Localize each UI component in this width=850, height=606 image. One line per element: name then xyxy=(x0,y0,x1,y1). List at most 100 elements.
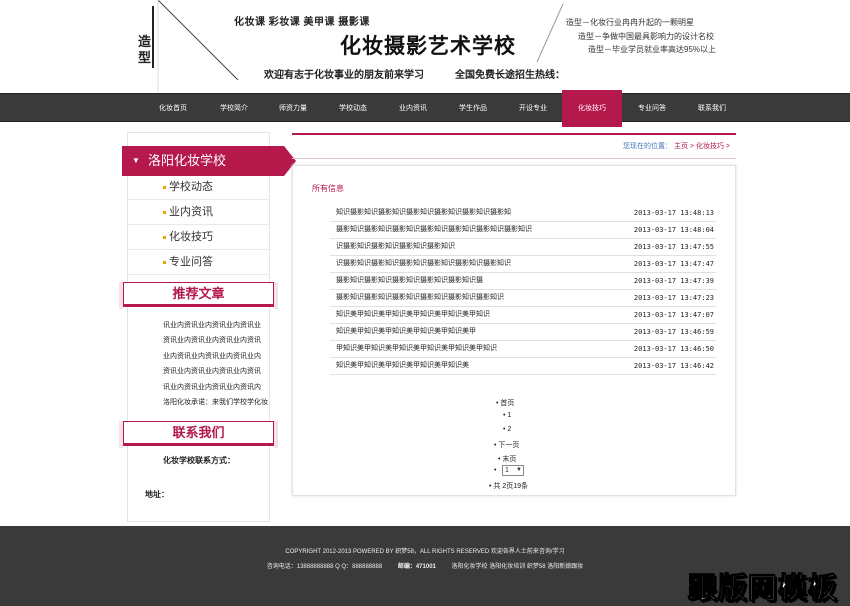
pagination-next-label: 下一页 xyxy=(498,442,520,449)
footer-phone: 咨询电话：13888888888 Q Q：888888888 xyxy=(266,564,383,570)
pagination-first[interactable]: • 首页 xyxy=(496,398,514,408)
pagination-select-bullet: • xyxy=(494,467,497,474)
pagination-last-label: 末页 xyxy=(502,456,517,463)
page: 造型 化妆课 彩妆课 美甲课 摄影课 化妆摄影艺术学校 欢迎有志于化妆事业的朋友… xyxy=(0,0,850,606)
recommended-link[interactable]: 讯业内资讯业内资讯业内资讯业 xyxy=(163,320,275,330)
contact-heading: 联系我们 xyxy=(119,421,278,448)
article-title[interactable]: 摄影知识摄影知识摄影知识摄影知识摄影知识摄 xyxy=(336,273,483,289)
school-name: 洛阳化妆学校 xyxy=(148,153,227,168)
list-item[interactable]: 知识美甲知识美甲知识美甲知识美甲知识美 2013-03-17 13:46:42 xyxy=(330,358,716,375)
article-date: 2013-03-17 13:48:04 xyxy=(633,226,714,234)
page-select-value: 1 xyxy=(505,467,509,474)
site-title: 化妆摄影艺术学校 xyxy=(340,34,516,58)
nav-item-industry-news[interactable]: 业内资讯 xyxy=(383,94,443,123)
recommended-link[interactable]: 资讯业内资讯业内资讯业内资讯 xyxy=(163,335,275,345)
article-date: 2013-03-17 13:46:42 xyxy=(633,362,714,370)
article-date: 2013-03-17 13:47:55 xyxy=(633,243,714,251)
sidebar-item-makeup-tips[interactable]: 化妆技巧 xyxy=(127,225,270,250)
article-title[interactable]: 知识美甲知识美甲知识美甲知识美甲知识美 xyxy=(336,358,469,374)
list-item[interactable]: 摄影知识摄影知识摄影知识摄影知识摄影知识摄影知识 2013-03-17 13:47… xyxy=(330,290,716,307)
recommended-link[interactable]: 洛阳化妆承诺：来我们学校学化妆 xyxy=(163,397,275,407)
article-title[interactable]: 摄影知识摄影知识摄影知识摄影知识摄影知识摄影知识 xyxy=(336,290,504,306)
breadcrumb-separator-icon: > xyxy=(725,143,730,150)
recommended-link[interactable]: 业内资讯业内资讯业内资讯业内 xyxy=(163,351,275,361)
list-item[interactable]: 知识美甲知识美甲知识美甲知识美甲知识美甲 2013-03-17 13:46:59 xyxy=(330,324,716,341)
nav-item-about[interactable]: 学校简介 xyxy=(204,94,264,123)
footer-copyright: COPYRIGHT 2012-2013 POWERED BY 织梦58，ALL … xyxy=(285,549,565,555)
article-date: 2013-03-17 13:46:59 xyxy=(633,328,714,336)
slogan-1: 造型－化妆行业冉冉升起的一颗明星 xyxy=(566,18,694,27)
nav-item-contact[interactable]: 联系我们 xyxy=(682,94,742,123)
contact-label: 化妆学校联系方式： xyxy=(163,456,235,465)
pagination-first-label: 首页 xyxy=(500,400,515,407)
list-item[interactable]: 识摄影知识摄影知识摄影知识摄影知识摄影知识摄影知识 2013-03-17 13:4… xyxy=(330,256,716,273)
article-date: 2013-03-17 13:47:47 xyxy=(633,260,714,268)
hotline-text: 全国免费长途招生热线： xyxy=(455,70,565,81)
pagination-page-2[interactable]: • 2 xyxy=(503,426,511,433)
slogan-divider xyxy=(536,4,564,63)
course-list: 化妆课 彩妆课 美甲课 摄影课 xyxy=(234,17,370,28)
article-title[interactable]: 识摄影知识摄影知识摄影知识摄影知识摄影知识摄影知识 xyxy=(336,256,511,272)
article-title[interactable]: 摄影知识摄影知识摄影知识摄影知识摄影知识摄影知识摄影知识 xyxy=(336,222,532,238)
list-item[interactable]: 知识美甲知识美甲知识美甲知识美甲知识美甲知识 2013-03-17 13:47:0… xyxy=(330,307,716,324)
nav-item-faculty[interactable]: 师资力量 xyxy=(263,94,323,123)
article-title[interactable]: 知识美甲知识美甲知识美甲知识美甲知识美甲知识 xyxy=(336,307,490,323)
nav-item-student-works[interactable]: 学生作品 xyxy=(443,94,503,123)
pagination-page-label: 1 xyxy=(507,412,512,419)
slogan-3: 造型－毕业学员就业率高达95%以上 xyxy=(588,45,717,54)
pagination-page-1[interactable]: • 1 xyxy=(503,412,511,419)
sidebar-item-label: 学校动态 xyxy=(169,181,213,193)
chevron-down-icon: ▼ xyxy=(516,467,522,473)
article-date: 2013-03-17 13:46:50 xyxy=(633,345,714,353)
article-date: 2013-03-17 13:47:07 xyxy=(633,311,714,319)
article-title[interactable]: 知识美甲知识美甲知识美甲知识美甲知识美甲 xyxy=(336,324,476,340)
breadcrumb: 您现在的位置： 主页 > 化妆技巧 > xyxy=(292,133,736,159)
main-nav: 化妆首页 学校简介 师资力量 学校动态 业内资讯 学生作品 开设专业 化妆技巧 … xyxy=(0,90,850,127)
sidebar-item-school-news[interactable]: 学校动态 xyxy=(127,175,270,200)
recommended-link[interactable]: 讯业内资讯业内资讯业内资讯内 xyxy=(163,382,275,392)
article-title[interactable]: 甲知识美甲知识美甲知识美甲知识美甲知识美甲知识 xyxy=(336,341,497,357)
list-item[interactable]: 识摄影知识摄影知识摄影知识摄影知识 2013-03-17 13:47:55 xyxy=(330,239,716,256)
welcome-text: 欢迎有志于化妆事业的朋友前来学习 xyxy=(264,70,424,81)
school-banner: ▼ 洛阳化妆学校 xyxy=(122,146,296,176)
list-item[interactable]: 摄影知识摄影知识摄影知识摄影知识摄影知识摄影知识摄影知识 2013-03-17 1… xyxy=(330,222,716,239)
list-item[interactable]: 知识摄影知识摄影知识摄影知识摄影知识摄影知识摄影知 2013-03-17 13:4… xyxy=(330,205,716,222)
recommended-heading: 推荐文章 xyxy=(119,282,278,309)
article-date: 2013-03-17 13:47:23 xyxy=(633,294,714,302)
pagination-next[interactable]: • 下一页 xyxy=(494,440,519,450)
bullet-icon xyxy=(163,261,166,264)
breadcrumb-current[interactable]: 化妆技巧 xyxy=(696,143,724,150)
triangle-bullet-icon: ▼ xyxy=(132,156,140,165)
sidebar-item-label: 专业问答 xyxy=(169,256,213,268)
slogan-2: 造型－争做中国最具影响力的设计名校 xyxy=(578,32,714,41)
pagination-page-label: 2 xyxy=(507,426,512,433)
pagination-summary: • 共 2页19条 xyxy=(489,483,529,490)
footer-postcode: 邮编：471001 xyxy=(397,564,436,570)
sidebar-item-industry-news[interactable]: 业内资讯 xyxy=(127,200,270,225)
article-date: 2013-03-17 13:47:39 xyxy=(633,277,714,285)
address-label: 地址： xyxy=(145,490,169,499)
pagination-last[interactable]: • 末页 xyxy=(498,454,516,464)
nav-item-school-news[interactable]: 学校动态 xyxy=(323,94,383,123)
watermark-logo: 跟版网模板 xyxy=(687,573,838,606)
nav-item-makeup-tips[interactable]: 化妆技巧 xyxy=(562,90,622,127)
footer-keywords: 洛阳化妆学校 洛阳化妆培训 织梦58 洛阳新娘跟妆 xyxy=(451,564,584,570)
section-title: 所有信息 xyxy=(312,184,344,193)
article-date: 2013-03-17 13:48:13 xyxy=(633,209,714,217)
nav-item-qa[interactable]: 专业问答 xyxy=(622,94,682,123)
sidebar-item-qa[interactable]: 专业问答 xyxy=(127,250,270,275)
nav-item-majors[interactable]: 开设专业 xyxy=(503,94,563,123)
bullet-icon xyxy=(163,211,166,214)
sidebar-item-label: 业内资讯 xyxy=(169,206,213,218)
page-select[interactable]: 1 ▼ xyxy=(502,465,524,476)
bullet-icon xyxy=(163,186,166,189)
list-item[interactable]: 摄影知识摄影知识摄影知识摄影知识摄影知识摄 2013-03-17 13:47:39 xyxy=(330,273,716,290)
breadcrumb-label: 您现在的位置： xyxy=(623,143,672,150)
article-title[interactable]: 识摄影知识摄影知识摄影知识摄影知识 xyxy=(336,239,455,255)
nav-item-home[interactable]: 化妆首页 xyxy=(143,94,203,123)
breadcrumb-home[interactable]: 主页 xyxy=(674,143,688,150)
list-item[interactable]: 甲知识美甲知识美甲知识美甲知识美甲知识美甲知识 2013-03-17 13:46:… xyxy=(330,341,716,358)
article-title[interactable]: 知识摄影知识摄影知识摄影知识摄影知识摄影知识摄影知 xyxy=(336,205,511,221)
bullet-icon xyxy=(163,236,166,239)
recommended-link[interactable]: 资讯业内资讯业内资讯业内资讯 xyxy=(163,366,275,376)
